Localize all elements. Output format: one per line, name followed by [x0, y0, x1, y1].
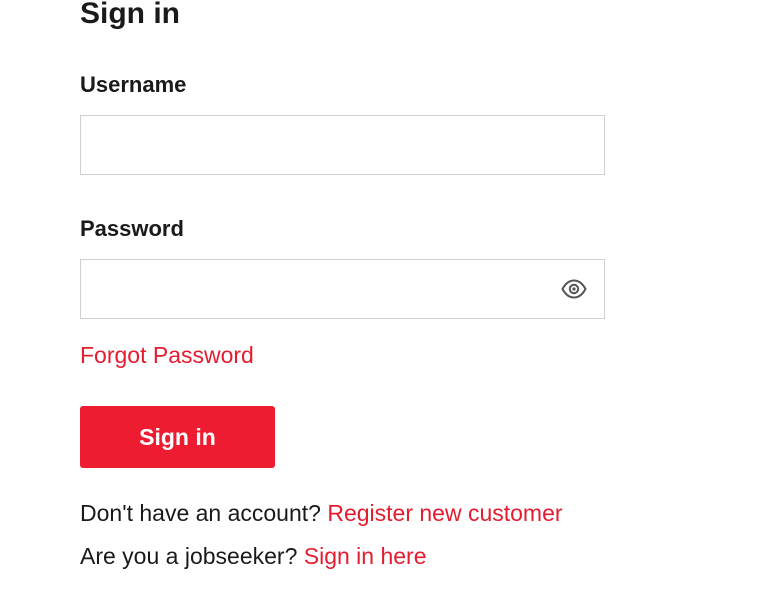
- password-input[interactable]: [81, 260, 604, 318]
- jobseeker-prompt: Are you a jobseeker?: [80, 543, 298, 569]
- jobseeker-sign-in-link[interactable]: Sign in here: [304, 543, 427, 569]
- username-field[interactable]: [80, 115, 605, 175]
- password-field[interactable]: [80, 259, 605, 319]
- register-new-customer-link[interactable]: Register new customer: [327, 500, 562, 526]
- forgot-password-link[interactable]: Forgot Password: [80, 340, 254, 370]
- register-prompt: Don't have an account?: [80, 500, 321, 526]
- page-title: Sign in: [80, 0, 180, 30]
- sign-in-page: Sign in Username Password Forgot Passwor…: [0, 0, 770, 591]
- eye-icon[interactable]: [561, 279, 587, 299]
- jobseeker-line: Are you a jobseeker? Sign in here: [80, 541, 427, 571]
- register-line: Don't have an account? Register new cust…: [80, 498, 563, 528]
- username-label: Username: [80, 72, 187, 97]
- sign-in-button[interactable]: Sign in: [80, 406, 275, 468]
- password-label: Password: [80, 216, 184, 241]
- username-input[interactable]: [81, 116, 604, 174]
